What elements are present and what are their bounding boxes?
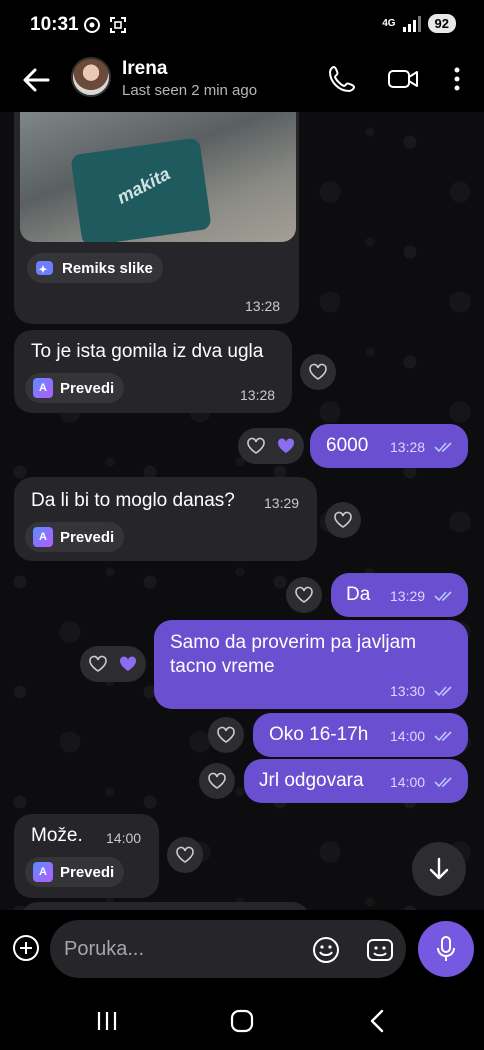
reaction-button[interactable] bbox=[208, 717, 244, 753]
message-text-line2: tacno vreme bbox=[170, 656, 275, 677]
message-time: 13:29 bbox=[264, 495, 300, 511]
avatar[interactable] bbox=[71, 57, 111, 97]
remix-label: Remiks slike bbox=[62, 259, 153, 277]
video-call-icon[interactable] bbox=[386, 62, 420, 96]
read-ticks-icon bbox=[434, 686, 452, 697]
chat-header: Irena Last seen 2 min ago bbox=[0, 52, 484, 112]
message-time: 14:00 bbox=[390, 774, 426, 790]
message-time: 14:00 bbox=[106, 830, 142, 846]
translate-label: Prevedi bbox=[60, 379, 115, 397]
network-type: 4G bbox=[382, 17, 396, 29]
message-text: Oko 16-17h bbox=[269, 724, 369, 745]
brand-logo: makita bbox=[113, 163, 174, 208]
heart-outline-icon bbox=[295, 586, 313, 603]
message-text: 6000 bbox=[326, 435, 369, 456]
contact-name[interactable]: Irena bbox=[122, 58, 167, 80]
recent-apps-icon[interactable] bbox=[94, 1008, 120, 1034]
message-text: Da li bi to moglo danas? bbox=[31, 490, 235, 511]
remix-sparkle-icon bbox=[36, 261, 53, 275]
heart-outline-icon bbox=[334, 511, 352, 528]
translate-icon: A bbox=[33, 527, 53, 547]
reaction-pair[interactable] bbox=[238, 428, 304, 464]
message-photo[interactable]: makita bbox=[20, 112, 296, 242]
outgoing-message[interactable]: Oko 16-17h 14:00 bbox=[253, 713, 468, 757]
microphone-icon bbox=[437, 936, 455, 961]
message-list[interactable]: 13:28 makita Remiks slike To je ista gom… bbox=[0, 112, 484, 910]
sticker-icon[interactable] bbox=[366, 936, 394, 964]
message-text: To je ista gomila iz dva ugla bbox=[31, 341, 264, 362]
reaction-button[interactable] bbox=[167, 837, 203, 873]
heart-outline-icon bbox=[176, 846, 194, 863]
message-composer bbox=[0, 910, 484, 990]
toolbox-image: makita bbox=[70, 137, 212, 242]
status-bar: 10:31 4G 92 bbox=[0, 0, 484, 52]
message-text-line1: Samo da proverim pa javljam bbox=[170, 632, 417, 653]
message-input[interactable] bbox=[64, 934, 294, 964]
outgoing-message[interactable]: Samo da proverim pa javljam tacno vreme … bbox=[154, 620, 468, 709]
incoming-message-partial[interactable] bbox=[20, 902, 310, 910]
translate-label: Prevedi bbox=[60, 528, 115, 546]
message-time: 13:28 bbox=[240, 387, 276, 403]
arrow-down-icon bbox=[429, 857, 449, 880]
message-time: 13:30 bbox=[390, 683, 426, 699]
translate-icon: A bbox=[33, 862, 53, 882]
message-text: Jrl odgovara bbox=[259, 770, 364, 791]
message-time: 13:29 bbox=[390, 588, 426, 604]
heart-filled-icon[interactable] bbox=[276, 437, 296, 455]
read-ticks-icon bbox=[434, 442, 452, 453]
outgoing-message[interactable]: Da 13:29 bbox=[331, 573, 468, 617]
heart-outline-icon bbox=[208, 772, 226, 789]
voice-record-button[interactable] bbox=[418, 921, 474, 977]
status-time: 10:31 bbox=[30, 14, 79, 35]
reaction-button[interactable] bbox=[325, 502, 361, 538]
message-time: 13:28 bbox=[245, 298, 281, 314]
reaction-button[interactable] bbox=[286, 577, 322, 613]
message-text: Može. bbox=[31, 825, 83, 846]
read-ticks-icon bbox=[434, 777, 452, 788]
add-attachment-icon[interactable] bbox=[12, 934, 40, 962]
more-options-icon[interactable] bbox=[440, 62, 474, 96]
heart-outline-icon bbox=[309, 363, 327, 380]
message-time: 14:00 bbox=[390, 728, 426, 744]
translate-button[interactable]: A Prevedi bbox=[25, 522, 125, 552]
reaction-button[interactable] bbox=[199, 763, 235, 799]
translate-button[interactable]: A Prevedi bbox=[25, 857, 125, 887]
phone-call-icon[interactable] bbox=[325, 62, 359, 96]
remix-image-button[interactable]: Remiks slike bbox=[27, 253, 163, 283]
translate-label: Prevedi bbox=[60, 863, 115, 881]
message-text: Da bbox=[346, 584, 371, 605]
last-seen-status: Last seen 2 min ago bbox=[122, 82, 258, 99]
reaction-pair[interactable] bbox=[80, 646, 146, 682]
battery-level: 92 bbox=[427, 14, 456, 33]
emoji-icon[interactable] bbox=[312, 936, 340, 964]
heart-outline-icon[interactable] bbox=[88, 655, 108, 673]
message-time: 13:28 bbox=[390, 439, 426, 455]
translate-button[interactable]: A Prevedi bbox=[25, 373, 125, 403]
heart-outline-icon bbox=[217, 726, 235, 743]
outgoing-message[interactable]: Jrl odgovara 14:00 bbox=[244, 759, 468, 803]
back-nav-icon[interactable] bbox=[365, 1008, 391, 1034]
home-icon[interactable] bbox=[229, 1008, 255, 1034]
threads-icon bbox=[84, 17, 100, 33]
signal-icon bbox=[402, 15, 421, 32]
message-input-box[interactable] bbox=[50, 920, 406, 978]
system-nav-bar bbox=[0, 990, 484, 1050]
translate-icon: A bbox=[33, 378, 53, 398]
outgoing-message[interactable]: 6000 13:28 bbox=[310, 424, 468, 468]
scroll-to-bottom-button[interactable] bbox=[412, 842, 466, 896]
screenshot-icon bbox=[110, 17, 126, 33]
read-ticks-icon bbox=[434, 591, 452, 602]
heart-outline-icon[interactable] bbox=[246, 437, 266, 455]
back-arrow-icon[interactable] bbox=[20, 64, 52, 96]
read-ticks-icon bbox=[434, 731, 452, 742]
reaction-button[interactable] bbox=[300, 354, 336, 390]
heart-filled-icon[interactable] bbox=[118, 655, 138, 673]
